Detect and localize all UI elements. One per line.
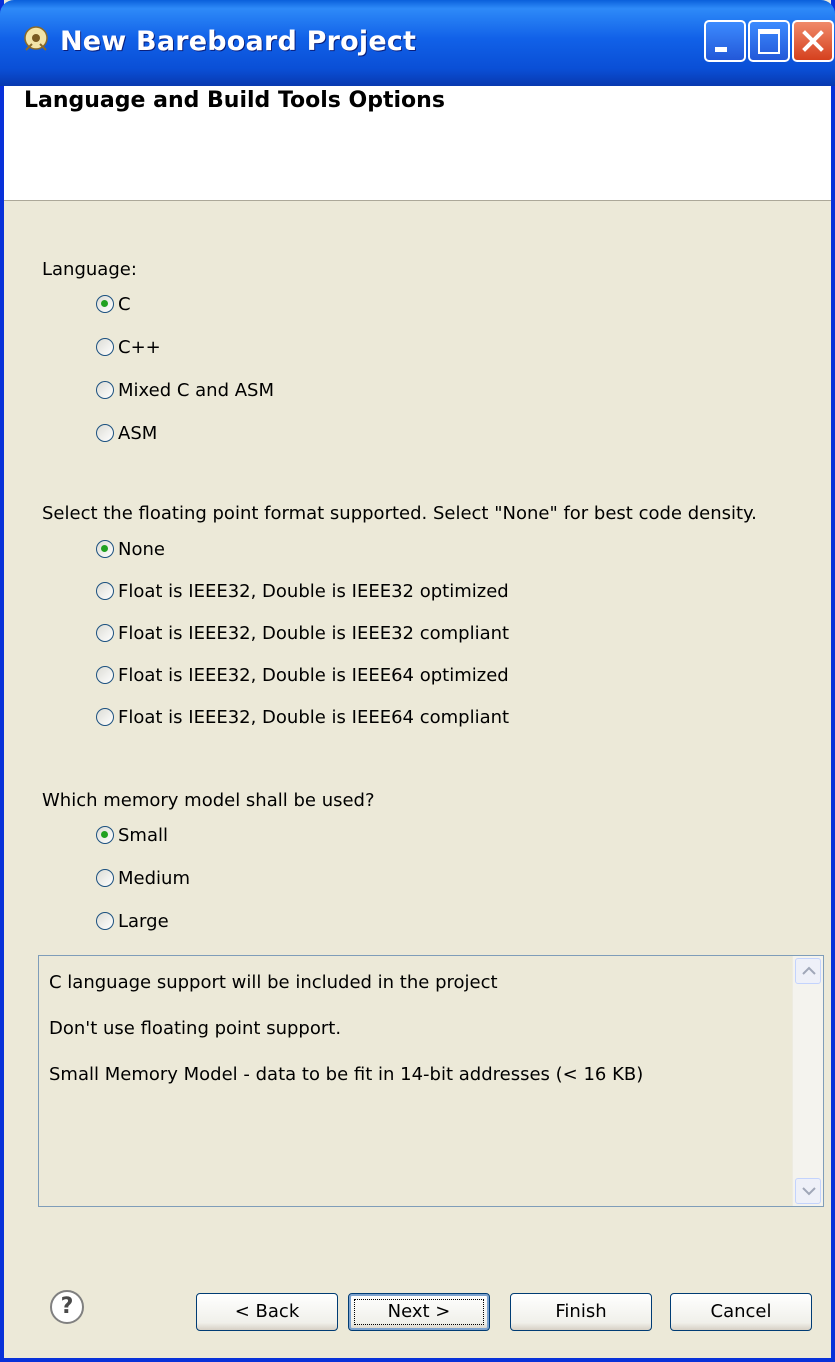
scroll-up-button[interactable]	[795, 958, 821, 984]
close-icon	[802, 30, 824, 52]
description-textarea[interactable]: C language support will be included in t…	[38, 955, 824, 1207]
radio-language-asm[interactable]: ASM	[96, 420, 157, 446]
description-line: C language support will be included in t…	[49, 972, 498, 993]
page-title: Language and Build Tools Options	[24, 88, 445, 113]
radio-button[interactable]	[96, 826, 114, 844]
description-line: Small Memory Model - data to be fit in 1…	[49, 1064, 644, 1085]
radio-label: Float is IEEE32, Double is IEEE64 compli…	[118, 706, 510, 728]
radio-label: ASM	[118, 422, 158, 444]
language-label: Language:	[42, 259, 137, 280]
radio-label: Float is IEEE32, Double is IEEE64 optimi…	[118, 664, 509, 686]
radio-button[interactable]	[96, 540, 114, 558]
radio-language-cpp[interactable]: C++	[96, 334, 161, 360]
radio-button[interactable]	[96, 338, 114, 356]
radio-label: C++	[118, 336, 161, 358]
radio-label: None	[118, 538, 165, 560]
radio-label: C	[118, 293, 131, 315]
radio-float-ieee64-compliant[interactable]: Float is IEEE32, Double is IEEE64 compli…	[96, 704, 509, 730]
help-icon[interactable]: ?	[50, 1290, 84, 1324]
maximize-button[interactable]	[748, 20, 790, 62]
vertical-scrollbar[interactable]	[792, 956, 823, 1206]
app-icon	[20, 24, 52, 56]
chevron-down-icon	[802, 1187, 816, 1196]
radio-float-ieee32-compliant[interactable]: Float is IEEE32, Double is IEEE32 compli…	[96, 620, 509, 646]
minimize-button[interactable]	[704, 20, 746, 62]
chevron-up-icon	[802, 966, 816, 975]
radio-label: Mixed C and ASM	[118, 379, 274, 401]
radio-label: Float is IEEE32, Double is IEEE32 optimi…	[118, 580, 509, 602]
floating-point-label: Select the floating point format support…	[42, 503, 757, 524]
radio-button[interactable]	[96, 424, 114, 442]
radio-label: Float is IEEE32, Double is IEEE32 compli…	[118, 622, 510, 644]
next-button[interactable]: Next >	[348, 1293, 490, 1331]
radio-float-ieee64-optimized[interactable]: Float is IEEE32, Double is IEEE64 optimi…	[96, 662, 509, 688]
finish-button[interactable]: Finish	[510, 1293, 652, 1331]
dialog-window: New Bareboard Project Language and Build…	[0, 0, 835, 1362]
radio-memory-medium[interactable]: Medium	[96, 865, 190, 891]
radio-language-c[interactable]: C	[96, 291, 131, 317]
radio-memory-small[interactable]: Small	[96, 822, 168, 848]
scroll-down-button[interactable]	[795, 1178, 821, 1204]
radio-button[interactable]	[96, 912, 114, 930]
title-bar[interactable]: New Bareboard Project	[0, 0, 835, 86]
window-title: New Bareboard Project	[60, 26, 417, 57]
cancel-button[interactable]: Cancel	[670, 1293, 812, 1331]
radio-button[interactable]	[96, 582, 114, 600]
close-button[interactable]	[792, 20, 834, 62]
radio-label: Small	[118, 824, 168, 846]
radio-float-none[interactable]: None	[96, 536, 165, 562]
radio-button[interactable]	[96, 869, 114, 887]
radio-float-ieee32-optimized[interactable]: Float is IEEE32, Double is IEEE32 optimi…	[96, 578, 509, 604]
radio-label: Large	[118, 910, 169, 932]
description-line: Don't use floating point support.	[49, 1018, 342, 1039]
focus-outline	[354, 1299, 484, 1325]
radio-button[interactable]	[96, 624, 114, 642]
radio-memory-large[interactable]: Large	[96, 908, 169, 934]
radio-language-mixed[interactable]: Mixed C and ASM	[96, 377, 274, 403]
radio-button[interactable]	[96, 666, 114, 684]
radio-button[interactable]	[96, 708, 114, 726]
memory-model-label: Which memory model shall be used?	[42, 790, 375, 811]
back-button[interactable]: < Back	[196, 1293, 338, 1331]
radio-button[interactable]	[96, 295, 114, 313]
radio-label: Medium	[118, 867, 190, 889]
radio-button[interactable]	[96, 381, 114, 399]
